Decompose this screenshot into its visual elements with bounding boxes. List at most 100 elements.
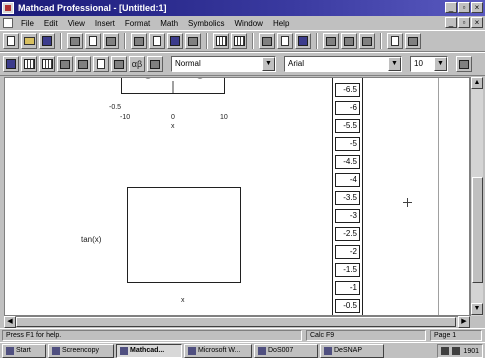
toolbar-separator xyxy=(60,33,62,49)
new-document-icon[interactable] xyxy=(3,33,19,49)
taskbar-item-screencopy[interactable]: Screencopy xyxy=(48,343,114,358)
align-down-icon[interactable] xyxy=(231,33,247,49)
calculator-palette-icon[interactable] xyxy=(3,56,19,72)
tray-volume-icon[interactable] xyxy=(441,347,450,355)
maximize-button[interactable]: ▫ xyxy=(458,2,470,13)
taskbar-item-mathcad[interactable]: Mathcad... xyxy=(116,343,182,358)
plot-region-1[interactable] xyxy=(121,78,225,94)
menu-window[interactable]: Window xyxy=(230,19,268,28)
plot-2-y-label: tan(x) xyxy=(81,235,102,244)
document-window-controls: _ ▫ × xyxy=(445,17,483,28)
table-cell: -6 xyxy=(335,101,360,115)
font-select[interactable]: Arial ▼ xyxy=(284,56,402,72)
close-button[interactable]: × xyxy=(471,2,483,13)
font-dropdown-arrow-icon[interactable]: ▼ xyxy=(388,57,401,71)
standard-toolbar xyxy=(0,30,485,52)
calculus-palette-icon[interactable] xyxy=(75,56,91,72)
table-cell: -1.5 xyxy=(335,263,360,277)
scroll-left-button[interactable]: ◀ xyxy=(4,316,16,328)
menu-help[interactable]: Help xyxy=(268,19,294,28)
table-cell: -6.5 xyxy=(335,83,360,97)
calculate-icon[interactable] xyxy=(295,33,311,49)
doc-minimize-button[interactable]: _ xyxy=(445,17,457,28)
menu-edit[interactable]: Edit xyxy=(39,19,63,28)
copy-icon[interactable] xyxy=(149,33,165,49)
horizontal-scroll-thumb[interactable] xyxy=(16,317,456,327)
menu-view[interactable]: View xyxy=(63,19,90,28)
start-button[interactable]: Start xyxy=(2,343,46,358)
save-disk-icon[interactable] xyxy=(39,33,55,49)
menu-file[interactable]: File xyxy=(16,19,39,28)
menu-insert[interactable]: Insert xyxy=(90,19,120,28)
table-cell: -3.5 xyxy=(335,191,360,205)
window-title: Mathcad Professional - [Untitled:1] xyxy=(18,3,167,13)
plot-region-2[interactable] xyxy=(127,187,241,283)
symbolic-palette-icon[interactable] xyxy=(147,56,163,72)
table-cell: -0.5 xyxy=(335,299,360,313)
task-label: DeSNAP xyxy=(334,346,363,354)
taskbar-item-desnap[interactable]: DeSNAP xyxy=(320,343,384,358)
horizontal-scrollbar[interactable]: ◀ ▶ xyxy=(4,316,470,328)
spell-check-icon[interactable] xyxy=(103,33,119,49)
doc-maximize-button[interactable]: ▫ xyxy=(458,17,470,28)
tray-network-icon[interactable] xyxy=(452,347,461,355)
undo-icon[interactable] xyxy=(185,33,201,49)
toolbar-separator xyxy=(206,33,208,49)
boolean-palette-icon[interactable] xyxy=(93,56,109,72)
scroll-up-button[interactable]: ▲ xyxy=(471,77,483,89)
plot-1-x-tick-min: -10 xyxy=(120,114,131,121)
bold-icon[interactable] xyxy=(456,56,472,72)
component-wizard-icon[interactable] xyxy=(341,33,357,49)
insert-hyperlink-icon[interactable] xyxy=(323,33,339,49)
table-cell: -4 xyxy=(335,173,360,187)
plot-1-x-label: x xyxy=(171,123,175,130)
graph-palette-icon[interactable] xyxy=(21,56,37,72)
taskbar-item-microsoft-word[interactable]: Microsoft W... xyxy=(184,343,252,358)
app-icon xyxy=(324,346,332,355)
insert-function-icon[interactable] xyxy=(259,33,275,49)
style-select[interactable]: Normal ▼ xyxy=(171,56,276,72)
menu-math[interactable]: Math xyxy=(155,19,183,28)
print-preview-icon[interactable] xyxy=(85,33,101,49)
crosshair-cursor-icon xyxy=(403,198,412,207)
vertical-scroll-thumb[interactable] xyxy=(472,177,483,283)
doc-close-button[interactable]: × xyxy=(471,17,483,28)
task-label: Screencopy xyxy=(62,346,99,354)
document-menu-icon[interactable] xyxy=(3,18,13,28)
alpha-beta-label: αβ xyxy=(131,59,143,69)
title-bar: Mathcad Professional - [Untitled:1] _ ▫ … xyxy=(0,0,485,16)
plot-1-y-tick: -0.5 xyxy=(109,104,122,111)
plot-1-x-tick-max: 10 xyxy=(220,114,228,121)
matrix-palette-icon[interactable] xyxy=(39,56,55,72)
run-script-icon[interactable] xyxy=(359,33,375,49)
vertical-scrollbar[interactable]: ▲ ▼ xyxy=(470,77,483,316)
taskbar: Start Screencopy Mathcad... Microsoft W.… xyxy=(0,342,485,358)
font-size-value: 10 xyxy=(414,59,423,68)
scroll-right-button[interactable]: ▶ xyxy=(458,316,470,328)
resource-center-icon[interactable] xyxy=(387,33,403,49)
scroll-down-button[interactable]: ▼ xyxy=(471,303,483,315)
style-dropdown-arrow-icon[interactable]: ▼ xyxy=(262,57,275,71)
menu-format[interactable]: Format xyxy=(120,19,155,28)
paste-icon[interactable] xyxy=(167,33,183,49)
open-folder-icon[interactable] xyxy=(21,33,37,49)
toolbar-separator xyxy=(252,33,254,49)
table-cell: -2.5 xyxy=(335,227,360,241)
taskbar-item-dos007[interactable]: DoS007 xyxy=(254,343,318,358)
programming-palette-icon[interactable] xyxy=(111,56,127,72)
minimize-button[interactable]: _ xyxy=(445,2,457,13)
worksheet-area[interactable]: -0.5 -10 0 10 x tan(x) x -6.5 -6 -5.5 -5… xyxy=(4,77,470,316)
size-dropdown-arrow-icon[interactable]: ▼ xyxy=(434,57,447,71)
values-table[interactable]: -6.5 -6 -5.5 -5 -4.5 -4 -3.5 -3 -2.5 -2 … xyxy=(332,78,363,315)
cut-icon[interactable] xyxy=(131,33,147,49)
menu-symbolics[interactable]: Symbolics xyxy=(183,19,229,28)
print-icon[interactable] xyxy=(67,33,83,49)
mathcad-app-icon[interactable] xyxy=(2,2,14,14)
greek-palette-icon[interactable]: αβ xyxy=(129,56,145,72)
insert-unit-icon[interactable] xyxy=(277,33,293,49)
evaluation-palette-icon[interactable] xyxy=(57,56,73,72)
align-across-icon[interactable] xyxy=(213,33,229,49)
help-icon[interactable] xyxy=(405,33,421,49)
font-size-select[interactable]: 10 ▼ xyxy=(410,56,448,72)
table-cell: -1 xyxy=(335,281,360,295)
